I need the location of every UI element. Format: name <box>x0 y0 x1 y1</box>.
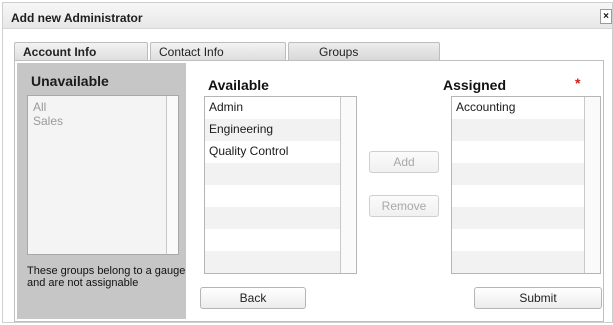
assigned-header: Assigned <box>443 77 507 93</box>
list-item: All <box>33 100 47 114</box>
list-row-empty <box>205 185 340 207</box>
available-header: Available <box>208 77 269 93</box>
groups-panel: Unavailable All Sales These groups belon… <box>14 60 604 322</box>
list-item[interactable]: Accounting <box>452 97 584 119</box>
list-item: Sales <box>33 114 64 128</box>
tab-bar: Account Info Contact Info Groups <box>14 42 440 60</box>
list-item[interactable]: Engineering <box>205 119 340 141</box>
list-row-empty <box>452 185 584 207</box>
list-row-empty <box>205 163 340 185</box>
list-row-empty <box>452 119 584 141</box>
list-row-empty <box>452 141 584 163</box>
list-item[interactable]: Admin <box>205 97 340 119</box>
list-row-empty <box>452 207 584 229</box>
tab-groups[interactable]: Groups <box>288 42 440 60</box>
close-icon[interactable]: × <box>600 9 612 24</box>
scrollbar[interactable] <box>584 97 600 273</box>
list-row-empty <box>205 207 340 229</box>
tab-account-info[interactable]: Account Info <box>14 42 148 60</box>
dialog-title: Add new Administrator <box>11 11 143 25</box>
add-button[interactable]: Add <box>369 151 439 173</box>
dialog-titlebar: Add new Administrator × <box>3 3 612 29</box>
unavailable-section: Unavailable All Sales These groups belon… <box>17 63 186 319</box>
scrollbar[interactable] <box>166 96 178 254</box>
remove-button[interactable]: Remove <box>369 195 439 217</box>
assigned-list[interactable]: Accounting <box>451 96 601 274</box>
scrollbar[interactable] <box>340 97 356 273</box>
back-button[interactable]: Back <box>200 287 306 309</box>
list-row-empty <box>452 251 584 273</box>
available-list[interactable]: Admin Engineering Quality Control <box>204 96 357 274</box>
list-row-empty <box>452 163 584 185</box>
list-row-empty <box>205 251 340 273</box>
tab-contact-info[interactable]: Contact Info <box>150 42 286 60</box>
list-row-empty <box>205 229 340 251</box>
unavailable-list: All Sales <box>27 95 179 255</box>
required-marker: * <box>575 75 581 91</box>
submit-button[interactable]: Submit <box>474 287 602 309</box>
list-item[interactable]: Quality Control <box>205 141 340 163</box>
list-row-empty <box>452 229 584 251</box>
unavailable-header: Unavailable <box>31 73 109 89</box>
unavailable-note: These groups belong to a gauge and are n… <box>27 265 186 289</box>
